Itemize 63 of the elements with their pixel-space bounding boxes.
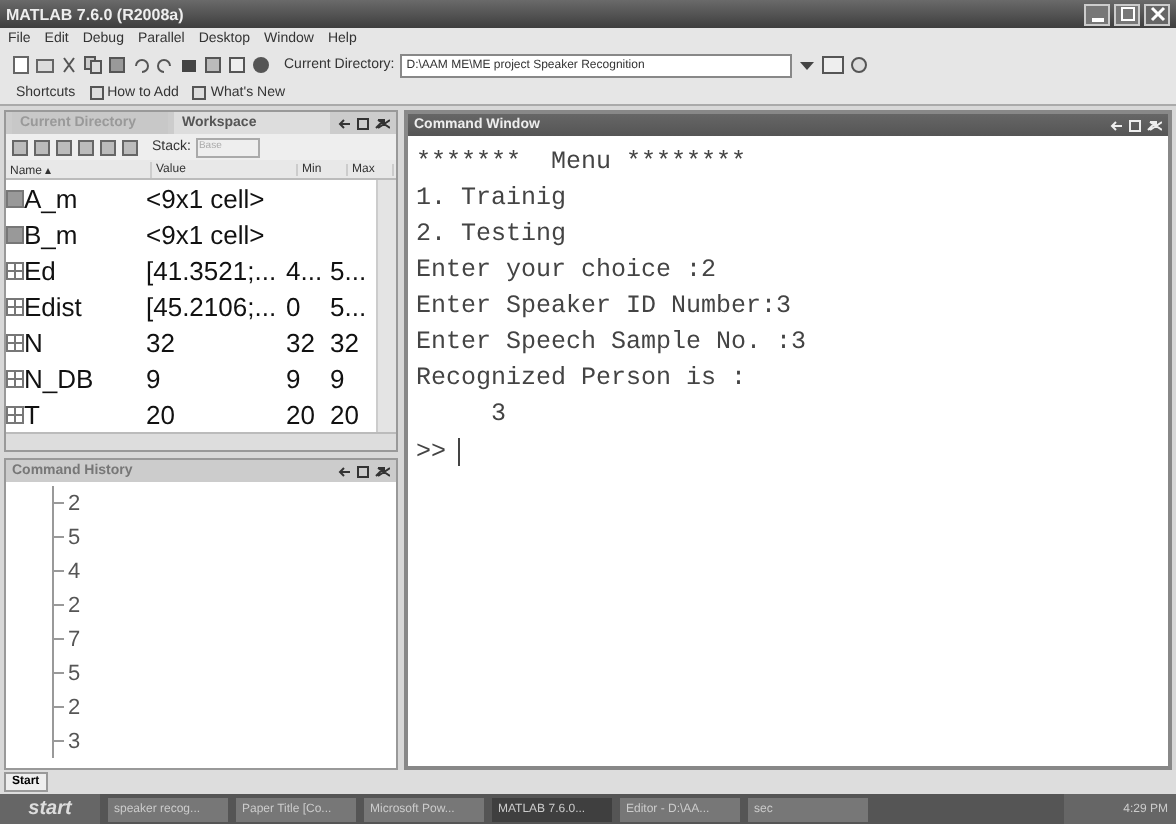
variable-name[interactable]: T bbox=[24, 399, 40, 429]
undo-icon[interactable] bbox=[132, 56, 150, 74]
close-button[interactable] bbox=[1144, 3, 1170, 25]
horizontal-scrollbar[interactable] bbox=[6, 432, 396, 450]
variable-min: 4... bbox=[286, 255, 325, 285]
text-cursor bbox=[458, 438, 461, 466]
maximize-icon bbox=[1119, 6, 1135, 22]
maximize-button[interactable] bbox=[1114, 3, 1140, 25]
window-title: MATLAB 7.6.0 (R2008a) bbox=[6, 5, 184, 23]
variable-max: 5... bbox=[330, 291, 369, 321]
history-entry[interactable]: 7 bbox=[68, 627, 81, 651]
variable-value: [45.2106;... bbox=[146, 291, 279, 321]
panel-controls-icon[interactable] bbox=[338, 117, 390, 129]
variable-value: <9x1 cell> bbox=[146, 219, 267, 249]
variable-value: [41.3521;... bbox=[146, 255, 279, 285]
console-line: 2. Testing bbox=[416, 218, 569, 252]
variable-name[interactable]: N bbox=[24, 327, 43, 357]
history-entry[interactable]: 2 bbox=[68, 695, 81, 719]
variable-name[interactable]: Ed bbox=[24, 255, 56, 285]
start-button[interactable]: start bbox=[0, 794, 100, 824]
console-line: 3 bbox=[489, 398, 509, 432]
history-entry[interactable]: 5 bbox=[68, 525, 81, 549]
variable-name[interactable]: Edist bbox=[24, 291, 82, 321]
variable-max: 5... bbox=[330, 255, 369, 285]
copy-icon[interactable] bbox=[84, 56, 102, 74]
close-icon bbox=[1149, 6, 1165, 22]
minimize-button[interactable] bbox=[1084, 3, 1110, 25]
variable-value: 32 bbox=[146, 327, 177, 357]
history-entry[interactable]: 4 bbox=[68, 559, 81, 583]
new-file-icon[interactable] bbox=[12, 56, 30, 74]
variable-min: 0 bbox=[286, 291, 303, 321]
page-icon bbox=[192, 85, 207, 99]
variable-name[interactable]: B_m bbox=[24, 219, 78, 249]
history-entry[interactable]: 2 bbox=[68, 491, 81, 515]
variable-max: 9 bbox=[330, 363, 347, 393]
vertical-scrollbar[interactable] bbox=[376, 180, 396, 432]
variable-value: 9 bbox=[146, 363, 163, 393]
open-file-icon[interactable] bbox=[36, 56, 54, 74]
console-line: Recognized Person is : bbox=[416, 362, 749, 396]
variable-name[interactable]: N_DB bbox=[24, 363, 94, 393]
cut-icon[interactable] bbox=[60, 56, 78, 74]
dropdown-arrow-icon[interactable] bbox=[798, 56, 817, 74]
redo-icon[interactable] bbox=[156, 56, 174, 74]
variable-min: 20 bbox=[286, 399, 317, 429]
variable-min: 32 bbox=[286, 327, 317, 357]
console-line: Enter your choice :2 bbox=[416, 254, 719, 288]
variable-value: <9x1 cell> bbox=[146, 183, 267, 213]
command-prompt: >> bbox=[416, 438, 447, 466]
history-entry[interactable]: 3 bbox=[68, 729, 81, 753]
variable-value: 20 bbox=[146, 399, 177, 429]
history-entry[interactable]: 2 bbox=[68, 593, 81, 617]
panel-controls-icon[interactable] bbox=[338, 465, 390, 477]
variable-max: 20 bbox=[330, 399, 361, 429]
variable-max: 32 bbox=[330, 327, 361, 357]
console-line: ******* Menu ******** bbox=[416, 146, 749, 180]
paste-icon[interactable] bbox=[108, 56, 126, 74]
variable-min: 9 bbox=[286, 363, 303, 393]
console-line: Enter Speech Sample No. :3 bbox=[416, 326, 809, 360]
console-line: Enter Speaker ID Number:3 bbox=[416, 290, 794, 324]
page-icon bbox=[89, 85, 104, 99]
console-line: 1. Trainig bbox=[416, 182, 569, 216]
history-entry[interactable]: 5 bbox=[68, 661, 81, 685]
variable-name[interactable]: A_m bbox=[24, 183, 78, 213]
